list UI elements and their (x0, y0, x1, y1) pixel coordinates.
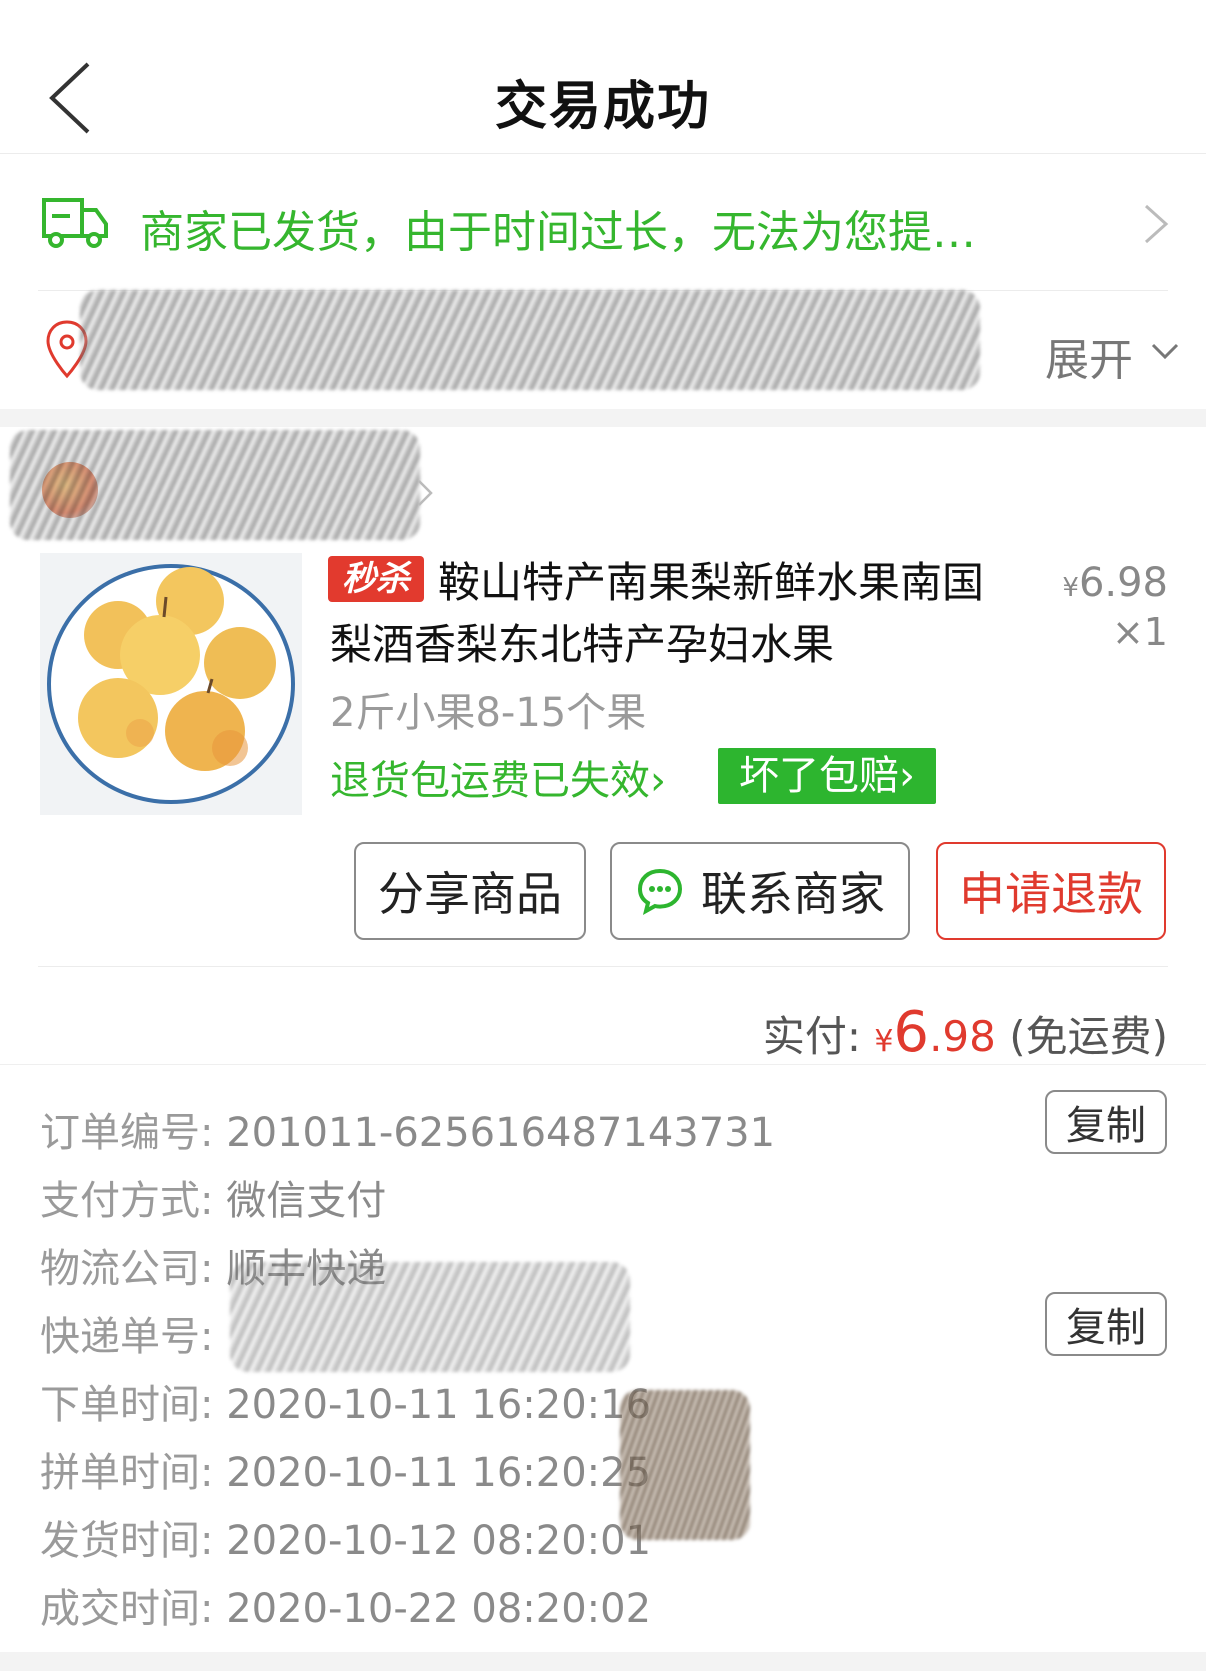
logistics-status-text: 商家已发货，由于时间过长，无法为您提… (140, 207, 976, 258)
order-time-value: 2020-10-11 16:20:16 (226, 1382, 652, 1428)
expand-address-button[interactable]: 展开 (1045, 324, 1133, 388)
copy-tracking-number-button[interactable]: 复制 (1045, 1292, 1167, 1356)
courier-label: 物流公司: (40, 1246, 214, 1292)
total-amount-int: 6 (893, 1000, 930, 1065)
order-number-row: 订单编号: 201011-625616487143731 (40, 1100, 775, 1158)
copy-order-number-button[interactable]: 复制 (1045, 1090, 1167, 1154)
total-label: 实付: (762, 1012, 861, 1061)
flash-sale-badge: 秒杀 (328, 556, 424, 602)
product-image[interactable] (40, 553, 302, 815)
payment-method-value: 微信支付 (226, 1178, 387, 1224)
total-amount-dec: .98 (929, 1012, 996, 1061)
request-refund-button[interactable]: 申请退款 (936, 842, 1166, 940)
contact-merchant-label: 联系商家 (701, 867, 885, 921)
product-quantity: ×1 (1111, 610, 1168, 654)
payment-method-label: 支付方式: (40, 1178, 214, 1224)
product-price: ¥6.98 (1000, 560, 1168, 606)
payment-method-row: 支付方式: 微信支付 (40, 1168, 386, 1226)
order-time-row: 下单时间: 2020-10-11 16:20:16 (40, 1372, 651, 1430)
redacted-address (80, 290, 980, 390)
order-number-label: 订单编号: (40, 1110, 214, 1156)
tracking-number-row: 快递单号: (40, 1304, 213, 1362)
page-title: 交易成功 (494, 77, 711, 137)
total-note: (免运费) (1009, 1012, 1168, 1061)
order-number-value: 201011-625616487143731 (226, 1110, 776, 1156)
product-price-value: 6.98 (1078, 560, 1168, 606)
order-time-label: 下单时间: (40, 1382, 214, 1428)
contact-merchant-button[interactable]: 联系商家 (610, 842, 910, 940)
total-paid: 实付: ¥6.98 (免运费) (763, 1000, 1168, 1065)
product-name[interactable]: 鞍山特产南果梨新鲜水果南国梨酒香梨东北特产孕妇水果 (330, 552, 990, 676)
total-currency: ¥ (874, 1024, 894, 1059)
section-gap (0, 409, 1206, 427)
complete-time-label: 成交时间: (40, 1586, 214, 1632)
share-product-button[interactable]: 分享商品 (354, 842, 586, 940)
divider (0, 1064, 1206, 1065)
header-bar: 交易成功 (0, 0, 1206, 154)
ship-time-value: 2020-10-12 08:20:01 (226, 1518, 652, 1564)
product-spec: 2斤小果8-15个果 (330, 690, 647, 736)
complete-time-value: 2020-10-22 08:20:02 (226, 1586, 652, 1632)
currency-symbol: ¥ (1062, 573, 1079, 603)
complete-time-row: 成交时间: 2020-10-22 08:20:02 (40, 1576, 651, 1634)
redacted-tracking-number (230, 1262, 630, 1372)
redacted-time-fragment (620, 1390, 750, 1540)
redacted-shop-name (10, 430, 420, 540)
pear-plate-illustration (40, 553, 302, 815)
return-shipping-label: 退货包运费已失效 (330, 758, 650, 804)
group-time-value: 2020-10-11 16:20:25 (226, 1450, 652, 1496)
group-time-row: 拼单时间: 2020-10-11 16:20:25 (40, 1440, 651, 1498)
chevron-down-icon (1151, 343, 1179, 360)
bottom-gap (0, 1652, 1206, 1671)
truck-icon (42, 198, 108, 248)
chevron-right-icon[interactable] (1140, 200, 1172, 248)
return-shipping-link[interactable]: 退货包运费已失效› (330, 748, 666, 806)
tracking-number-label: 快递单号: (40, 1314, 214, 1360)
return-shipping-arrow: › (650, 758, 666, 804)
damage-guarantee-tag[interactable]: 坏了包赔› (718, 748, 936, 804)
group-time-label: 拼单时间: (40, 1450, 214, 1496)
ship-time-label: 发货时间: (40, 1518, 214, 1564)
ship-time-row: 发货时间: 2020-10-12 08:20:01 (40, 1508, 651, 1566)
chat-bubble-icon (637, 868, 683, 915)
chevron-right-icon[interactable] (416, 478, 434, 508)
divider (38, 966, 1168, 967)
